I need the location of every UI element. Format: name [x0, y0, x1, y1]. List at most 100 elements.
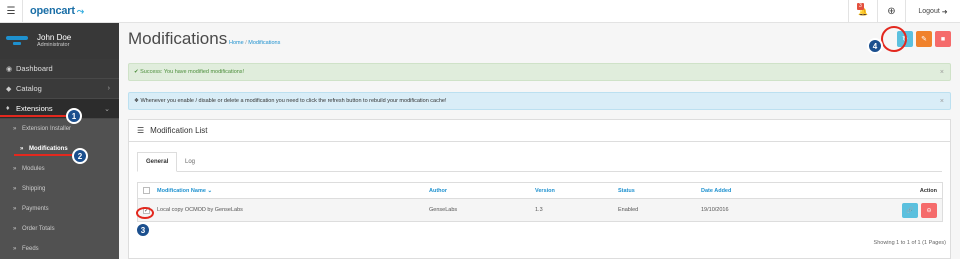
column-header-date-added[interactable]: Date Added — [701, 188, 731, 194]
sidebar-subitem-label: Feeds — [22, 246, 39, 252]
sidebar-item-label: Dashboard — [16, 64, 53, 73]
logo-text: opencart — [30, 5, 75, 17]
breadcrumb-current[interactable]: Modifications — [248, 40, 280, 46]
help-button[interactable]: ⊕ — [877, 0, 905, 23]
sidebar-subitem-modules[interactable]: » Modules — [0, 159, 119, 179]
close-icon[interactable]: × — [940, 98, 944, 105]
modification-list-panel: ☰ Modification List General Log Modifica… — [128, 119, 951, 259]
annotation-marker-3: 3 — [135, 222, 151, 238]
column-header-author[interactable]: Author — [429, 188, 447, 194]
chevron-right-icon: › — [107, 85, 110, 92]
breadcrumb-home[interactable]: Home — [229, 40, 244, 46]
sidebar-subitem-label: Extension Installer — [22, 126, 72, 132]
top-right-menu: 3 🔔 ⊕ Logout ➜ — [848, 0, 960, 23]
double-angle-right-icon: » — [13, 206, 17, 212]
minus-circle-icon: ⊖ — [926, 207, 932, 214]
life-ring-icon: ⊕ — [887, 6, 896, 17]
double-angle-right-icon: » — [20, 146, 24, 152]
sidebar-item-label: Catalog — [16, 84, 42, 93]
sidebar-subitem-order-totals[interactable]: » Order Totals — [0, 219, 119, 239]
double-angle-right-icon: » — [13, 166, 17, 172]
double-angle-right-icon: » — [13, 126, 17, 132]
column-header-action: Action — [919, 187, 937, 194]
column-header-version[interactable]: Version — [535, 188, 555, 194]
pagination-text: Showing 1 to 1 of 1 (1 Pages) — [873, 240, 946, 246]
sidebar-subitem-label: Payments — [22, 206, 49, 212]
sidebar-subitem-shipping[interactable]: » Shipping — [0, 179, 119, 199]
annotation-marker-1: 1 — [66, 108, 82, 124]
annotation-circle-checkbox — [136, 207, 154, 219]
sidebar-item-dashboard[interactable]: ◉ Dashboard — [0, 59, 119, 79]
sidebar-item-label: Extensions — [16, 104, 53, 113]
sidebar-subitem-label: Modules — [22, 166, 45, 172]
cart-logo-icon: ⤳ — [76, 6, 84, 16]
notification-badge: 3 — [857, 3, 864, 10]
tag-icon: ◆ — [6, 85, 12, 93]
clear-log-button[interactable]: ✎ — [916, 31, 932, 47]
notifications-button[interactable]: 3 🔔 — [848, 0, 877, 23]
trash-icon: ■ — [940, 35, 946, 43]
main-content: Modifications Home / Modifications ↻ ✎ ■… — [119, 23, 960, 259]
success-alert: ✔ Success: You have modified modificatio… — [128, 63, 951, 81]
column-header-name-label: Modification Name — [157, 187, 206, 194]
disable-button[interactable]: ⊖ — [921, 202, 937, 218]
logout-button[interactable]: Logout ➜ — [905, 0, 960, 23]
panel-title: Modification List — [150, 126, 208, 135]
user-profile: John Doe Administrator — [0, 23, 119, 59]
page-title: Modifications — [128, 29, 228, 48]
annotation-underline-modifications — [14, 154, 72, 156]
panel-heading: ☰ Modification List — [129, 120, 950, 142]
column-header-status[interactable]: Status — [618, 188, 635, 194]
puzzle-icon: ♦ — [6, 105, 10, 112]
logout-label: Logout — [918, 8, 940, 15]
modification-table: Modification Name ⌄ Author Version Statu… — [137, 182, 943, 222]
sidebar-subitem-payments[interactable]: » Payments — [0, 199, 119, 219]
annotation-circle-refresh — [881, 26, 907, 52]
menu-toggle-icon[interactable]: ☰ — [0, 0, 23, 23]
select-all-checkbox[interactable] — [143, 187, 150, 194]
tab-bar: General Log — [137, 152, 942, 172]
sidebar-subitem-modifications[interactable]: » Modifications — [0, 139, 119, 159]
table-row: ✓ Local copy OCMOD by GenseLabs GenseLab… — [138, 199, 942, 221]
top-navbar: ☰ opencart ⤳ 3 🔔 ⊕ Logout ➜ — [0, 0, 960, 23]
annotation-marker-2: 2 — [72, 148, 88, 164]
eraser-icon: ✎ — [921, 36, 927, 43]
sidebar-subitem-label: Shipping — [22, 186, 46, 192]
success-alert-text: Success: You have modified modifications… — [140, 69, 245, 75]
tab-log[interactable]: Log — [177, 152, 203, 172]
double-angle-right-icon: » — [13, 186, 17, 192]
cell-version: 1.3 — [535, 207, 543, 213]
sidebar-subitem-feeds[interactable]: » Feeds — [0, 239, 119, 259]
close-icon[interactable]: × — [940, 69, 944, 76]
double-angle-right-icon: » — [13, 226, 17, 232]
link-button[interactable]: 🔗 — [902, 202, 918, 218]
list-icon: ☰ — [137, 126, 145, 135]
double-angle-right-icon: » — [13, 246, 17, 252]
info-alert: ❖ Whenever you enable / disable or delet… — [128, 92, 951, 110]
avatar — [6, 36, 28, 46]
cell-status: Enabled — [618, 207, 639, 213]
chevron-down-icon: ⌄ — [104, 105, 110, 113]
sidebar: John Doe Administrator ◉ Dashboard ◆ Catal… — [0, 23, 119, 259]
table-header: Modification Name ⌄ Author Version Statu… — [138, 183, 942, 199]
sidebar-subitem-label: Modifications — [29, 146, 68, 152]
column-header-name[interactable]: Modification Name ⌄ — [157, 188, 212, 194]
opencart-logo[interactable]: opencart ⤳ — [30, 5, 84, 17]
user-role: Administrator — [37, 42, 70, 48]
caret-down-icon: ⌄ — [207, 187, 213, 194]
annotation-marker-4: 4 — [867, 38, 883, 54]
user-name: John Doe — [37, 33, 72, 42]
breadcrumb: Home / Modifications — [229, 40, 280, 46]
dashboard-icon: ◉ — [6, 65, 13, 73]
cell-author: GenseLabs — [429, 207, 458, 213]
link-icon: 🔗 — [906, 207, 914, 214]
breadcrumb-separator: / — [245, 40, 247, 46]
sidebar-subitem-label: Order Totals — [22, 226, 55, 232]
cell-name: Local copy OCMOD by GenseLabs — [157, 207, 243, 213]
row-actions: 🔗 ⊖ — [902, 202, 937, 218]
tab-general[interactable]: General — [137, 152, 178, 172]
sidebar-item-catalog[interactable]: ◆ Catalog › — [0, 79, 119, 99]
cell-date-added: 19/10/2016 — [701, 207, 729, 213]
sidebar-subitem-extension-installer[interactable]: » Extension Installer — [0, 119, 119, 139]
delete-button[interactable]: ■ — [935, 31, 951, 47]
